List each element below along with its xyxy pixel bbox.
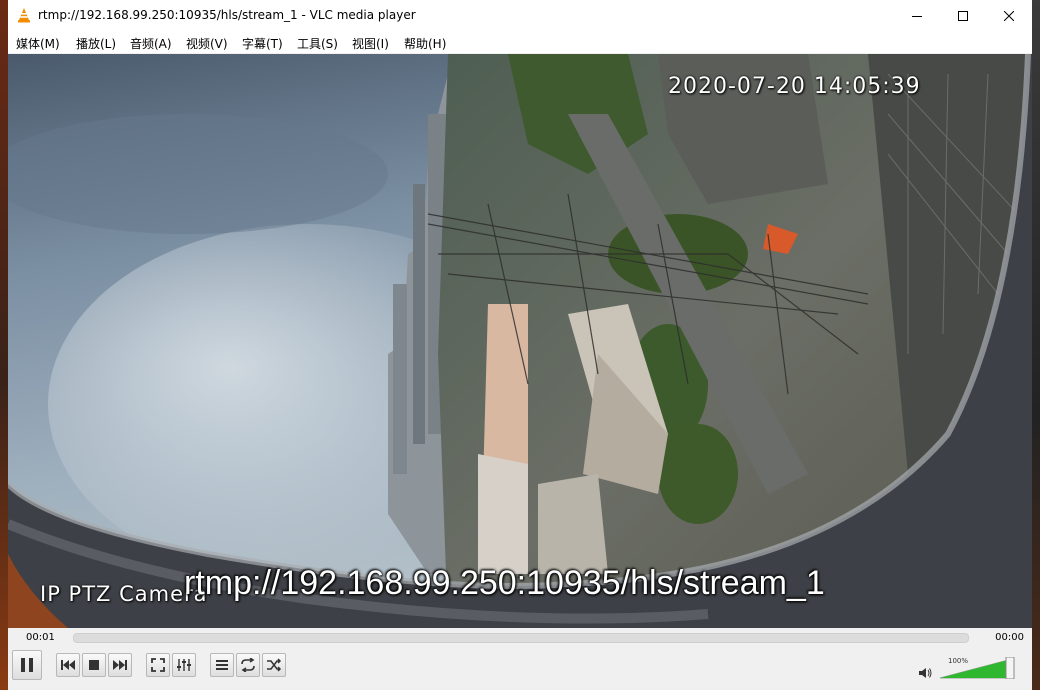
seek-slider[interactable] [73, 633, 969, 643]
window-title: rtmp://192.168.99.250:10935/hls/stream_1… [38, 8, 416, 22]
stop-button[interactable] [82, 653, 106, 677]
menu-subtitle[interactable]: 字幕(T) [242, 35, 283, 52]
pause-button[interactable] [12, 650, 42, 680]
vlc-cone-icon [16, 7, 32, 23]
volume-slider[interactable] [940, 657, 1016, 679]
pause-icon [21, 658, 33, 672]
menu-view[interactable]: 视图(I) [352, 35, 389, 52]
next-button[interactable] [108, 653, 132, 677]
stop-icon [89, 660, 99, 670]
vlc-window: rtmp://192.168.99.250:10935/hls/stream_1… [8, 0, 1032, 690]
desktop-background-right [1032, 0, 1040, 690]
close-button[interactable] [986, 0, 1032, 31]
status-strip [8, 684, 1032, 690]
title-bar[interactable]: rtmp://192.168.99.250:10935/hls/stream_1… [8, 0, 1032, 31]
volume-icon [919, 668, 932, 678]
osd-stream-url: rtmp://192.168.99.250:10935/hls/stream_1 [184, 564, 825, 602]
close-icon [1004, 10, 1014, 21]
minimize-button[interactable] [894, 0, 940, 31]
shuffle-button[interactable] [262, 653, 286, 677]
previous-icon [61, 660, 75, 670]
menu-tools[interactable]: 工具(S) [297, 35, 338, 52]
menu-video[interactable]: 视频(V) [186, 35, 228, 52]
loop-button[interactable] [236, 653, 260, 677]
seek-row: 00:01 00:00 [8, 628, 1032, 648]
menu-media[interactable]: 媒体(M) [16, 35, 60, 52]
minimize-icon [912, 15, 922, 17]
maximize-button[interactable] [940, 0, 986, 31]
fullscreen-button[interactable] [146, 653, 170, 677]
desktop-background-left [0, 0, 8, 690]
video-display[interactable]: 2020-07-20 14:05:39 IP PTZ Camera rtmp:/… [8, 54, 1032, 628]
menu-bar: 媒体(M) 播放(L) 音频(A) 视频(V) 字幕(T) 工具(S) 视图(I… [8, 31, 1032, 53]
maximize-icon [958, 10, 968, 21]
previous-button[interactable] [56, 653, 80, 677]
playlist-icon [216, 660, 228, 670]
loop-icon [241, 658, 255, 672]
menu-playback[interactable]: 播放(L) [76, 35, 116, 52]
controls-bar: 100% [8, 648, 1032, 684]
menu-help[interactable]: 帮助(H) [404, 35, 446, 52]
next-icon [113, 660, 127, 670]
osd-camera-label: IP PTZ Camera [40, 582, 208, 606]
playlist-button[interactable] [210, 653, 234, 677]
total-time[interactable]: 00:00 [995, 632, 1024, 643]
volume-button[interactable] [918, 664, 932, 683]
fullscreen-icon [151, 658, 165, 672]
elapsed-time[interactable]: 00:01 [26, 632, 55, 643]
volume-slider-handle [1005, 657, 1015, 679]
extended-settings-button[interactable] [172, 653, 196, 677]
camera-frame-image [8, 54, 1032, 628]
osd-timestamp: 2020-07-20 14:05:39 [668, 74, 921, 99]
extended-settings-icon [177, 659, 191, 671]
menu-audio[interactable]: 音频(A) [130, 35, 172, 52]
shuffle-icon [267, 658, 282, 672]
